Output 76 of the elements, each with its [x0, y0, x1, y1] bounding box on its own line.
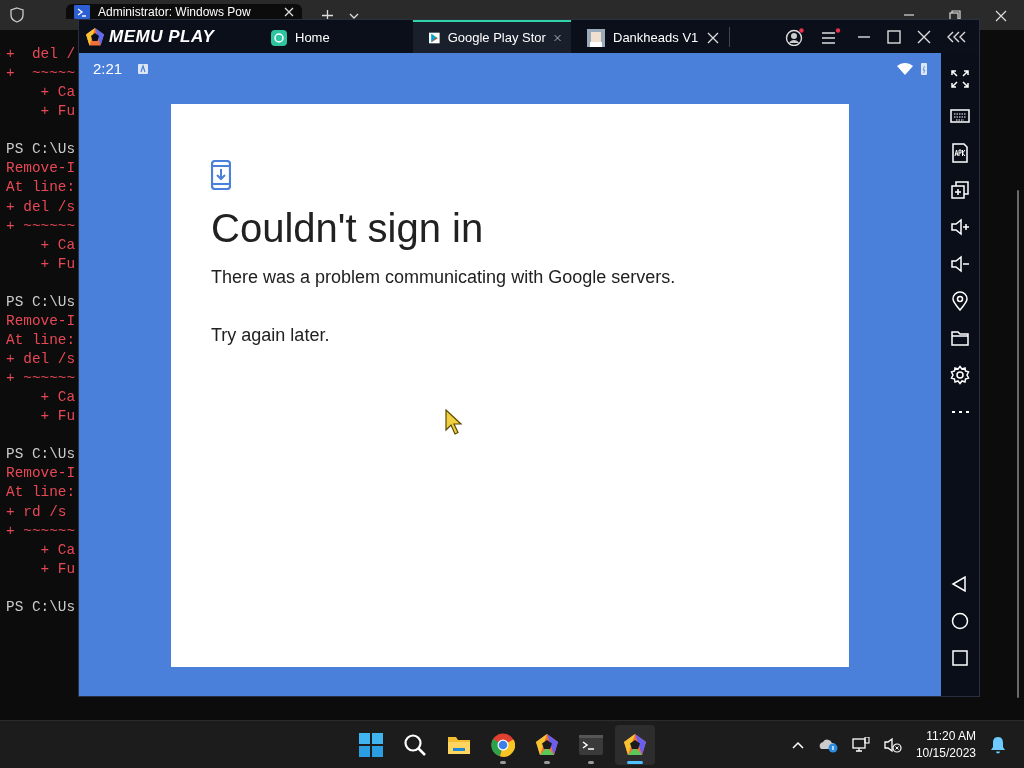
- maximize-icon[interactable]: [887, 29, 901, 44]
- terminal-line: At line:: [6, 331, 76, 348]
- terminal-line: At line:: [6, 179, 76, 196]
- pentagon-logo-icon: [535, 732, 559, 757]
- terminal-icon: [74, 4, 90, 19]
- terminal-line: PS C:\Us: [6, 293, 76, 310]
- location-pin-icon[interactable]: [950, 290, 970, 311]
- close-icon[interactable]: [707, 31, 719, 44]
- terminal-line: + Fu: [39, 103, 76, 120]
- terminal-icon: [579, 732, 603, 757]
- menu-icon[interactable]: [821, 27, 841, 46]
- terminal-line: + ~~~~~~: [6, 217, 76, 234]
- game-icon: [587, 28, 605, 47]
- terminal-line: + Fu: [39, 560, 76, 577]
- close-icon[interactable]: [284, 6, 294, 17]
- chevron-down-icon[interactable]: [349, 12, 359, 19]
- terminal-line: + Ca: [39, 84, 76, 101]
- terminal-line: PS C:\Us: [6, 446, 76, 463]
- terminal-line: + rd /s: [6, 503, 67, 520]
- terminal-line: + del /: [6, 46, 76, 62]
- search-icon: [403, 732, 427, 757]
- emulator-tab[interactable]: Dankheads V1: [571, 20, 729, 53]
- terminal-line: + ~~~~~~: [6, 522, 76, 539]
- home-icon[interactable]: [950, 610, 970, 631]
- phone-download-icon: [211, 160, 231, 190]
- terminal-line: Remove-I: [6, 160, 76, 177]
- add-window-icon[interactable]: [950, 179, 970, 200]
- home-app-icon: [271, 29, 287, 46]
- terminal-line: + Ca: [39, 389, 76, 406]
- dialog-message: There was a problem communicating with Google servers.: [211, 266, 676, 289]
- tab-title: Administrator: Windows Pow: [98, 4, 252, 19]
- terminal-line: PS C:\Us: [6, 598, 76, 615]
- dialog-title: Couldn't sign in: [211, 206, 485, 250]
- recents-icon[interactable]: [950, 647, 970, 668]
- terminal-line: Remove-I: [6, 465, 76, 482]
- terminal-line: Remove-I: [6, 312, 76, 329]
- terminal-line: + Fu: [39, 408, 76, 425]
- app-logo: MEMU PLAY: [109, 25, 215, 48]
- clock[interactable]: 11:20 AM 10/15/2023: [915, 728, 976, 761]
- terminal-line: + Ca: [39, 236, 76, 253]
- close-icon[interactable]: [917, 29, 931, 44]
- windows-start-icon: [359, 732, 383, 757]
- terminal-line: + ~~~~~: [6, 65, 76, 82]
- terminal-tab[interactable]: Administrator: Windows Pow: [66, 4, 302, 19]
- wifi-icon: [897, 63, 913, 75]
- fullscreen-icon[interactable]: [950, 68, 970, 89]
- collapse-icon[interactable]: [947, 30, 967, 43]
- battery-icon: [921, 63, 927, 75]
- status-time: 2:21: [93, 58, 123, 79]
- apk-file-icon[interactable]: [950, 142, 970, 163]
- chrome-icon: [491, 732, 515, 757]
- keyboard-status-icon: [138, 64, 149, 74]
- terminal-line: + del /s: [6, 198, 76, 215]
- taskbar-button[interactable]: [615, 724, 655, 765]
- settings-icon[interactable]: [950, 364, 970, 385]
- emulator-tab[interactable]: Home: [255, 20, 413, 53]
- dialog-note: Try again later.: [211, 324, 330, 347]
- close-icon[interactable]: [995, 10, 1007, 22]
- shield-icon: [9, 7, 24, 23]
- network-icon[interactable]: [851, 736, 870, 753]
- terminal-line: + ~~~~~~: [6, 370, 76, 387]
- user-icon[interactable]: [785, 27, 805, 46]
- terminal-line: + Fu: [39, 255, 76, 272]
- bell-icon[interactable]: [990, 735, 1006, 754]
- volume-down-icon[interactable]: [950, 253, 970, 274]
- terminal-line: + Ca: [39, 541, 76, 558]
- terminal-line: + del /s: [6, 351, 76, 367]
- emulator-tab[interactable]: Google Play Stor: [413, 20, 571, 53]
- cursor-icon: [445, 409, 463, 435]
- terminal-line: PS C:\Us: [6, 141, 76, 158]
- terminal-line: At line:: [6, 484, 76, 501]
- volume-muted-icon[interactable]: [883, 736, 902, 753]
- chevron-up-icon[interactable]: [791, 740, 804, 749]
- pentagon-logo-icon: [85, 26, 105, 47]
- volume-up-icon[interactable]: [950, 216, 970, 237]
- pentagon-logo-icon: [623, 732, 647, 757]
